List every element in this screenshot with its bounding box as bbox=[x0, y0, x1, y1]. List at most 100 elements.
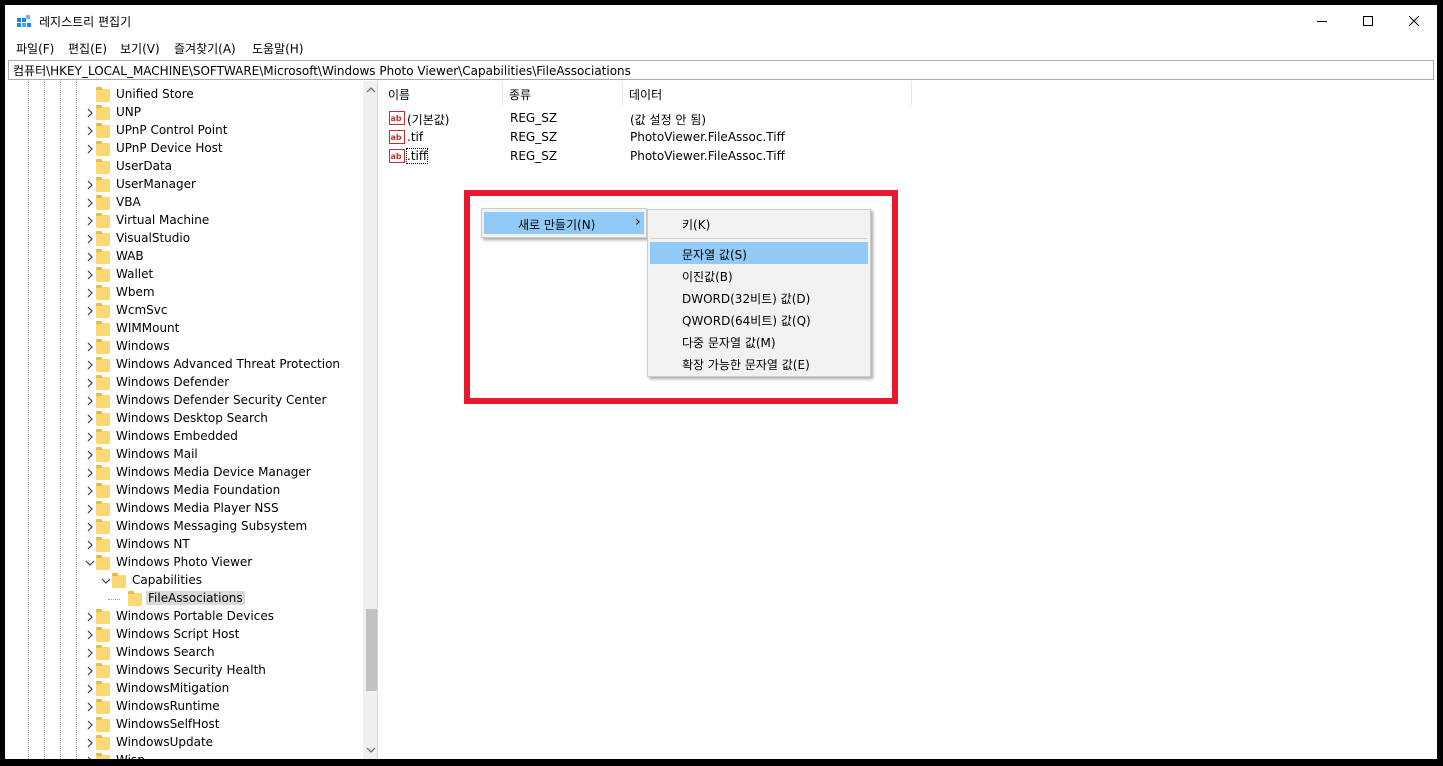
chevron-right-icon[interactable] bbox=[84, 736, 96, 750]
chevron-right-icon[interactable] bbox=[84, 646, 96, 660]
chevron-right-icon[interactable] bbox=[84, 340, 96, 354]
tree-item[interactable]: Unified Store bbox=[8, 86, 364, 104]
chevron-right-icon[interactable] bbox=[84, 232, 96, 246]
chevron-right-icon[interactable] bbox=[84, 268, 96, 282]
tree-item[interactable]: WAB bbox=[8, 248, 364, 266]
submenu-item[interactable]: 다중 문자열 값(M) bbox=[650, 330, 868, 352]
menu-item-new[interactable]: 새로 만들기(N) › bbox=[484, 212, 644, 234]
tree-item[interactable]: UNP bbox=[8, 104, 364, 122]
chevron-right-icon[interactable] bbox=[84, 538, 96, 552]
menu-view[interactable]: 보기(V) bbox=[120, 40, 160, 57]
value-row[interactable]: ab (기본값) REG_SZ (값 설정 안 됨) bbox=[387, 109, 987, 128]
chevron-right-icon[interactable] bbox=[84, 304, 96, 318]
tree-item[interactable]: Windows Security Health bbox=[8, 662, 364, 680]
scroll-thumb[interactable] bbox=[366, 609, 377, 691]
submenu-item[interactable]: DWORD(32비트) 값(D) bbox=[650, 286, 868, 308]
tree-item[interactable]: UserManager bbox=[8, 176, 364, 194]
value-row[interactable]: ab .tif REG_SZ PhotoViewer.FileAssoc.Tiff bbox=[387, 128, 987, 147]
tree-item[interactable]: Capabilities bbox=[8, 572, 364, 590]
key-tree[interactable]: Unified Store UNP UPnP Control Point UPnP D… bbox=[8, 81, 378, 759]
maximize-button[interactable] bbox=[1345, 5, 1391, 37]
menu-edit[interactable]: 편집(E) bbox=[68, 40, 107, 57]
column-type[interactable]: 종류 bbox=[503, 81, 623, 105]
tree-item[interactable]: UPnP Control Point bbox=[8, 122, 364, 140]
chevron-right-icon[interactable] bbox=[84, 682, 96, 696]
tree-item[interactable]: WIMMount bbox=[8, 320, 364, 338]
chevron-right-icon[interactable] bbox=[84, 718, 96, 732]
chevron-right-icon[interactable] bbox=[84, 520, 96, 534]
menu-favorites[interactable]: 즐겨찾기(A) bbox=[174, 40, 236, 57]
tree-item[interactable]: Windows Media Foundation bbox=[8, 482, 364, 500]
tree-item[interactable]: Windows Media Device Manager bbox=[8, 464, 364, 482]
chevron-right-icon[interactable] bbox=[84, 124, 96, 138]
chevron-right-icon[interactable] bbox=[84, 250, 96, 264]
tree-item[interactable]: UPnP Device Host bbox=[8, 140, 364, 158]
close-button[interactable] bbox=[1391, 5, 1437, 37]
tree-item[interactable]: Windows Defender bbox=[8, 374, 364, 392]
chevron-right-icon[interactable] bbox=[84, 214, 96, 228]
chevron-right-icon[interactable] bbox=[84, 412, 96, 426]
submenu-item[interactable]: QWORD(64비트) 값(Q) bbox=[650, 308, 868, 330]
submenu-item[interactable]: 문자열 값(S) bbox=[650, 242, 868, 264]
chevron-right-icon[interactable] bbox=[84, 664, 96, 678]
tree-item[interactable]: Wisp bbox=[8, 752, 364, 759]
tree-item[interactable]: Windows Defender Security Center bbox=[8, 392, 364, 410]
tree-item[interactable]: Windows NT bbox=[8, 536, 364, 554]
scroll-up-icon[interactable] bbox=[366, 85, 376, 95]
chevron-down-icon[interactable] bbox=[100, 574, 112, 588]
tree-item[interactable]: UserData bbox=[8, 158, 364, 176]
tree-item[interactable]: Wallet bbox=[8, 266, 364, 284]
chevron-right-icon[interactable] bbox=[84, 466, 96, 480]
tree-item[interactable]: VBA bbox=[8, 194, 364, 212]
chevron-right-icon[interactable] bbox=[84, 700, 96, 714]
tree-item[interactable]: Windows Script Host bbox=[8, 626, 364, 644]
tree-item[interactable]: Windows Portable Devices bbox=[8, 608, 364, 626]
tree-scrollbar[interactable] bbox=[363, 81, 377, 759]
value-list[interactable]: 이름 종류 데이터 ab (기본값) REG_SZ (값 설정 안 됨) ab .tif R… bbox=[382, 81, 1434, 759]
chevron-right-icon[interactable] bbox=[84, 448, 96, 462]
tree-item[interactable]: Windows bbox=[8, 338, 364, 356]
chevron-right-icon[interactable] bbox=[84, 484, 96, 498]
tree-item[interactable]: Windows Search bbox=[8, 644, 364, 662]
chevron-right-icon[interactable] bbox=[84, 196, 96, 210]
submenu-item[interactable]: 확장 가능한 문자열 값(E) bbox=[650, 352, 868, 374]
tree-item[interactable]: WcmSvc bbox=[8, 302, 364, 320]
tree-item[interactable]: WindowsUpdate bbox=[8, 734, 364, 752]
minimize-button[interactable] bbox=[1299, 5, 1345, 37]
chevron-right-icon[interactable] bbox=[84, 628, 96, 642]
tree-item[interactable]: VisualStudio bbox=[8, 230, 364, 248]
address-bar[interactable]: 컴퓨터\HKEY_LOCAL_MACHINE\SOFTWARE\Microsof… bbox=[8, 60, 1434, 80]
chevron-right-icon[interactable] bbox=[84, 394, 96, 408]
chevron-right-icon[interactable] bbox=[84, 376, 96, 390]
tree-item[interactable]: Windows Media Player NSS bbox=[8, 500, 364, 518]
tree-item[interactable]: WindowsMitigation bbox=[8, 680, 364, 698]
tree-item[interactable]: Windows Messaging Subsystem bbox=[8, 518, 364, 536]
tree-item[interactable]: Windows Advanced Threat Protection bbox=[8, 356, 364, 374]
tree-item[interactable]: Virtual Machine bbox=[8, 212, 364, 230]
submenu-item[interactable]: 이진값(B) bbox=[650, 264, 868, 286]
chevron-right-icon[interactable] bbox=[84, 358, 96, 372]
tree-item[interactable]: FileAssociations bbox=[8, 590, 364, 608]
tree-item[interactable]: WindowsRuntime bbox=[8, 698, 364, 716]
chevron-right-icon[interactable] bbox=[84, 430, 96, 444]
submenu-item-key[interactable]: 키(K) bbox=[650, 212, 868, 234]
chevron-right-icon[interactable] bbox=[84, 286, 96, 300]
title-bar[interactable]: 레지스트리 편집기 bbox=[5, 5, 1437, 37]
scroll-down-icon[interactable] bbox=[366, 745, 376, 755]
tree-item[interactable]: WindowsSelfHost bbox=[8, 716, 364, 734]
chevron-right-icon[interactable] bbox=[84, 106, 96, 120]
tree-item[interactable]: Wbem bbox=[8, 284, 364, 302]
chevron-right-icon[interactable] bbox=[84, 178, 96, 192]
chevron-down-icon[interactable] bbox=[84, 556, 96, 570]
menu-file[interactable]: 파일(F) bbox=[16, 40, 54, 57]
menu-help[interactable]: 도움말(H) bbox=[252, 40, 304, 57]
chevron-right-icon[interactable] bbox=[84, 610, 96, 624]
chevron-right-icon[interactable] bbox=[84, 754, 96, 759]
tree-item[interactable]: Windows Mail bbox=[8, 446, 364, 464]
value-row[interactable]: ab .tiff REG_SZ PhotoViewer.FileAssoc.Tiff bbox=[387, 147, 987, 166]
tree-item[interactable]: Windows Embedded bbox=[8, 428, 364, 446]
chevron-right-icon[interactable] bbox=[84, 502, 96, 516]
column-data[interactable]: 데이터 bbox=[623, 81, 912, 105]
tree-item[interactable]: Windows Desktop Search bbox=[8, 410, 364, 428]
chevron-right-icon[interactable] bbox=[84, 142, 96, 156]
